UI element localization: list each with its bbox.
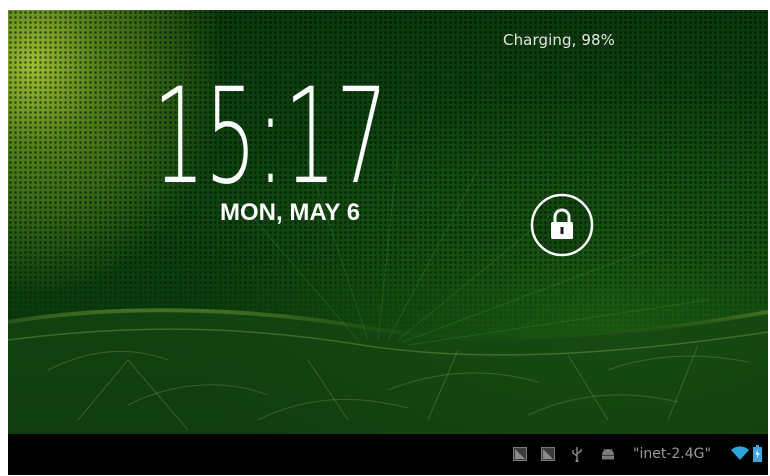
usb-icon (572, 447, 582, 462)
screenshot-notification-icon[interactable] (513, 447, 527, 461)
device-screen: Charging, 98% 15:17 MON, MAY 6 "inet-2.4… (8, 10, 768, 475)
svg-text:15:17: 15:17 (153, 60, 388, 204)
padlock-icon (530, 193, 594, 257)
wifi-signal-icon (731, 446, 749, 460)
charging-status: Charging, 98% (503, 31, 615, 49)
screenshot-notification-icon[interactable] (541, 447, 555, 461)
clock-date: MON, MAY 6 (220, 199, 361, 226)
lockscreen-wallpaper: Charging, 98% 15:17 MON, MAY 6 (8, 10, 768, 434)
clock-time: 15:17 (153, 60, 388, 204)
wifi-network-name: "inet-2.4G" (633, 446, 711, 462)
android-debug-icon (602, 448, 614, 460)
system-status-bar: "inet-2.4G" (8, 434, 768, 475)
battery-icon (753, 445, 762, 462)
unlock-button[interactable] (529, 192, 595, 258)
